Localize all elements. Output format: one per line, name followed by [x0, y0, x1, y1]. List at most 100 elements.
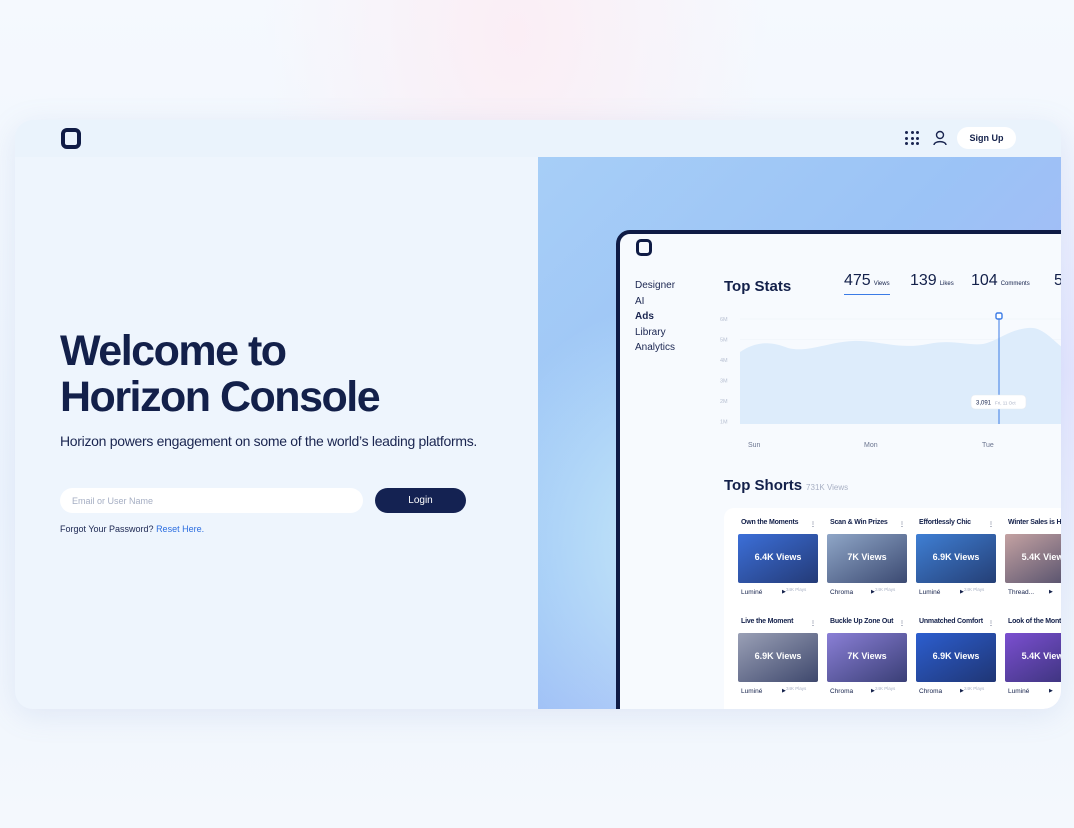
- stat-likes[interactable]: 139 Likes: [910, 272, 954, 290]
- tooltip-date: Fri, 11 Oct: [995, 401, 1016, 406]
- plays-count: 24K Plays: [875, 587, 896, 592]
- short-views: 5.4K Views: [1021, 651, 1061, 661]
- stat-more[interactable]: 5: [1054, 272, 1061, 290]
- short-meta: Chroma ▶ 24K Plays: [827, 686, 909, 696]
- shorts-views: 731K Views: [806, 483, 849, 492]
- short-title: Unmatched Comfort: [919, 618, 983, 625]
- preview-nav-item-designer[interactable]: Designer: [635, 278, 675, 294]
- grid-dots-icon[interactable]: [905, 131, 919, 145]
- short-title: Look of the Month: [1008, 618, 1061, 625]
- play-icon: ▶: [1049, 688, 1053, 694]
- more-options-icon[interactable]: ⋮: [988, 620, 994, 627]
- reset-link[interactable]: Reset Here.: [156, 524, 204, 534]
- x-tick-label: Mon: [864, 442, 878, 449]
- brand-name: Thread...: [1008, 589, 1035, 596]
- short-thumbnail[interactable]: 6.4K Views: [738, 534, 818, 583]
- more-options-icon[interactable]: ⋮: [899, 521, 905, 528]
- short-card[interactable]: Unmatched Comfort ⋮ 6.9K Views Chroma ▶ 24K P…: [916, 618, 998, 696]
- tooltip-value: 3,091: [976, 401, 992, 407]
- title-line-1: Welcome to: [60, 327, 287, 375]
- short-thumbnail[interactable]: 7K Views: [827, 633, 907, 682]
- brand-name: Luminé: [1008, 688, 1030, 695]
- preview-nav-item-analytics[interactable]: Analytics: [635, 340, 675, 356]
- more-options-icon[interactable]: ⋮: [810, 521, 816, 528]
- short-card[interactable]: Buckle Up Zone Out ⋮ 7K Views Chroma ▶ 24K Pl…: [827, 618, 909, 696]
- brand-name: Chroma: [919, 688, 943, 695]
- short-title: Own the Moments: [741, 519, 799, 526]
- dashboard-preview: Designer AI Ads Library Analytics Top Stats …: [616, 230, 1061, 709]
- short-views: 7K Views: [847, 552, 887, 562]
- horizon-logo[interactable]: [61, 128, 81, 149]
- subtitle: Horizon powers engagement on some of the…: [60, 433, 477, 449]
- page-title: Welcome to Horizon Console: [60, 328, 520, 420]
- hover-marker[interactable]: [995, 312, 1003, 320]
- short-title: Live the Moment: [741, 618, 794, 625]
- preview-nav-item-ai[interactable]: AI: [635, 294, 675, 310]
- more-options-icon[interactable]: ⋮: [810, 620, 816, 627]
- short-card[interactable]: Own the Moments ⋮ 6.4K Views Luminé ▶ 34K Pla…: [738, 519, 820, 597]
- preview-nav-item-ads[interactable]: Ads: [635, 309, 675, 325]
- top-bar: Sign Up: [15, 120, 1061, 157]
- short-views: 6.9K Views: [754, 651, 802, 661]
- login-button[interactable]: Login: [375, 488, 466, 513]
- short-card[interactable]: Scan & Win Prizes ⋮ 7K Views Chroma ▶ 24K Pla…: [827, 519, 909, 597]
- short-meta: Chroma ▶ 24K Plays: [916, 686, 998, 696]
- brand-name: Luminé: [919, 589, 941, 596]
- short-views: 7K Views: [847, 651, 887, 661]
- y-tick-label: 3M: [720, 379, 728, 385]
- y-tick-label: 1M: [720, 420, 728, 426]
- short-views: 6.9K Views: [932, 552, 980, 562]
- play-icon: ▶: [1049, 589, 1053, 595]
- short-thumbnail[interactable]: 6.9K Views: [916, 633, 996, 682]
- stat-comments[interactable]: 104 Comments: [971, 272, 1030, 290]
- preview-nav: Designer AI Ads Library Analytics: [635, 278, 675, 356]
- stats-chart: 6M 5M 4M 3M 2M 1M 3,091 Fri, 11 Oct Sun Mon Tue: [720, 312, 1061, 449]
- stat-views[interactable]: 475 Views: [844, 272, 890, 295]
- short-thumbnail[interactable]: 6.9K Views: [738, 633, 818, 682]
- plays-count: 24K Plays: [964, 686, 985, 691]
- short-title: Winter Sales is Here: [1008, 519, 1061, 526]
- forgot-text: Forgot Your Password?: [60, 524, 157, 534]
- title-line-2: Horizon Console: [60, 373, 381, 421]
- plays-count: 24K Plays: [875, 686, 896, 691]
- y-tick-label: 6M: [720, 317, 728, 323]
- user-icon[interactable]: [933, 130, 947, 146]
- short-meta: Luminé ▶ 34K Plays: [738, 587, 820, 597]
- short-thumbnail[interactable]: 5.4K Views: [1005, 633, 1061, 682]
- more-options-icon[interactable]: ⋮: [899, 620, 905, 627]
- short-title: Effortlessly Chic: [919, 519, 971, 526]
- short-thumbnail[interactable]: 6.9K Views: [916, 534, 996, 583]
- area-series: [740, 327, 1061, 424]
- preview-panel: Designer AI Ads Library Analytics Top Stats …: [538, 157, 1061, 709]
- short-meta: Luminé ▶ 24K Plays: [916, 587, 998, 597]
- preview-logo: [636, 239, 652, 256]
- short-card[interactable]: Effortlessly Chic ⋮ 6.9K Views Luminé ▶ 24K P…: [916, 519, 998, 597]
- short-views: 5.4K Views: [1021, 552, 1061, 562]
- y-tick-label: 5M: [720, 338, 728, 344]
- short-thumbnail[interactable]: 7K Views: [827, 534, 907, 583]
- short-card[interactable]: Look of the Month⋮5.4K ViewsLuminé▶: [1005, 618, 1061, 696]
- short-meta: Luminé ▶ 34K Plays: [738, 686, 820, 696]
- short-meta: Chroma ▶ 24K Plays: [827, 587, 909, 597]
- short-card[interactable]: Winter Sales is Here⋮5.4K ViewsThread...…: [1005, 519, 1061, 597]
- short-title: Scan & Win Prizes: [830, 519, 888, 526]
- shorts-grid: Own the Moments ⋮ 6.4K Views Luminé ▶ 34K Pla…: [724, 508, 1061, 709]
- short-title: Buckle Up Zone Out: [830, 618, 894, 625]
- y-tick-label: 2M: [720, 399, 728, 405]
- x-tick-label: Sun: [748, 442, 761, 449]
- forgot-password: Forgot Your Password? Reset Here.: [60, 524, 204, 534]
- sign-up-button[interactable]: Sign Up: [957, 127, 1016, 149]
- x-tick-label: Tue: [982, 442, 994, 449]
- brand-name: Luminé: [741, 688, 763, 695]
- email-input[interactable]: [60, 488, 363, 513]
- login-panel: Welcome to Horizon Console Horizon power…: [15, 157, 538, 709]
- main-window: Sign Up Welcome to Horizon Console Horiz…: [15, 120, 1061, 709]
- short-card[interactable]: Live the Moment ⋮ 6.9K Views Luminé ▶ 34K Pla…: [738, 618, 820, 696]
- shorts-title-text: Top Shorts: [724, 477, 803, 494]
- plays-count: 34K Plays: [786, 686, 807, 691]
- plays-count: 34K Plays: [786, 587, 807, 592]
- plays-count: 24K Plays: [964, 587, 985, 592]
- short-thumbnail[interactable]: 5.4K Views: [1005, 534, 1061, 583]
- preview-nav-item-library[interactable]: Library: [635, 325, 675, 341]
- more-options-icon[interactable]: ⋮: [988, 521, 994, 528]
